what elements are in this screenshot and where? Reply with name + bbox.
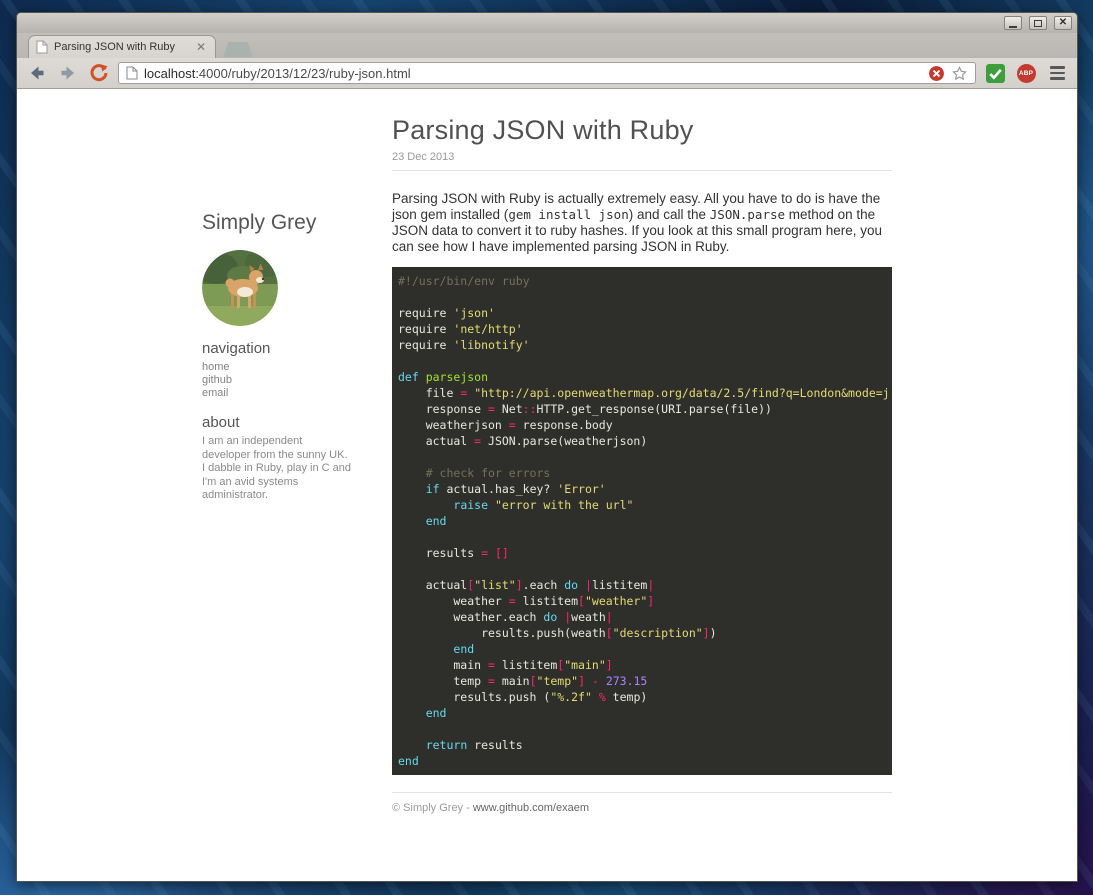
code-line: #!/usr/bin/env ruby: [398, 274, 530, 288]
minimize-button[interactable]: [1004, 16, 1022, 30]
divider: [392, 792, 892, 793]
code-line: results = []: [398, 546, 509, 560]
post-article: Parsing JSON with Ruby 23 Dec 2013 Parsi…: [392, 89, 892, 814]
site-title[interactable]: Simply Grey: [202, 211, 352, 235]
code-line: temp = main["temp"] - 273.15: [398, 674, 648, 688]
new-tab-button[interactable]: [223, 42, 253, 57]
code-line: results.push(weath["description"]): [398, 626, 717, 640]
post-date: 23 Dec 2013: [392, 151, 455, 163]
page-icon: [126, 66, 138, 80]
page-content: Simply Grey navigation home github email…: [17, 89, 1077, 881]
browser-window: ✕ Parsing JSON with Ruby ✕ localhost:400…: [16, 12, 1078, 882]
code-line: end: [425, 706, 447, 720]
url-domain: localhost: [144, 65, 196, 81]
reload-button[interactable]: [87, 61, 111, 85]
code-line: require 'libnotify': [398, 338, 530, 352]
sidebar-item-email[interactable]: email: [202, 387, 352, 400]
abp-icon: ABP: [1016, 63, 1036, 83]
back-button[interactable]: [25, 61, 49, 85]
back-arrow-icon: [31, 66, 44, 80]
content-wrapper: Simply Grey navigation home github email…: [202, 89, 892, 814]
minimize-icon: [1009, 25, 1017, 28]
code-line: def parsejson: [398, 370, 489, 384]
code-line: weather = listitem["weather"]: [398, 594, 655, 608]
window-titlebar[interactable]: ✕: [17, 13, 1077, 33]
copyright-text: © Simply Grey -: [392, 802, 473, 814]
code-line: raise "error with the url": [453, 498, 634, 512]
url-text: localhost:4000/ruby/2013/12/23/ruby-json…: [144, 66, 922, 81]
code-line: main = listitem["main"]: [398, 658, 613, 672]
sidebar: Simply Grey navigation home github email…: [202, 89, 352, 814]
tab-title: Parsing JSON with Ruby: [54, 41, 176, 53]
url-path: :4000/ruby/2013/12/23/ruby-json.html: [195, 65, 411, 81]
code-line: response = Net::HTTP.get_response(URI.pa…: [398, 402, 772, 416]
page-footer: © Simply Grey - www.github.com/exaem: [392, 802, 892, 814]
code-line: end: [398, 754, 419, 768]
page-favicon-icon: [36, 40, 48, 54]
browser-toolbar: localhost:4000/ruby/2013/12/23/ruby-json…: [17, 58, 1077, 89]
code-line: weather.each do |weath|: [398, 610, 613, 624]
profile-photo: [202, 250, 278, 326]
about-heading: about: [202, 414, 240, 431]
code-line: end: [425, 514, 447, 528]
github-footer-link[interactable]: www.github.com/exaem: [473, 802, 589, 814]
browser-menu-button[interactable]: [1045, 61, 1069, 85]
post-intro: Parsing JSON with Ruby is actually extre…: [392, 191, 892, 255]
tab-close-icon[interactable]: ✕: [194, 41, 208, 53]
tab-parsing-json[interactable]: Parsing JSON with Ruby ✕: [28, 35, 216, 58]
post-title: Parsing JSON with Ruby: [392, 115, 694, 145]
reload-icon: [90, 64, 108, 82]
code-line: weatherjson = response.body: [398, 418, 613, 432]
intro-text: ) and call the: [628, 207, 710, 222]
code-line: end: [453, 642, 475, 656]
sidebar-nav: home github email: [202, 361, 352, 400]
close-button[interactable]: ✕: [1054, 16, 1072, 30]
extension-check-button[interactable]: [983, 61, 1007, 85]
green-check-icon: [985, 63, 1005, 83]
code-line: require 'json': [398, 306, 495, 320]
sidebar-item-home[interactable]: home: [202, 361, 352, 374]
divider: [392, 170, 892, 171]
blocked-content-icon[interactable]: [928, 65, 945, 82]
forward-button[interactable]: [56, 61, 80, 85]
bookmark-star-icon[interactable]: [951, 65, 968, 82]
code-line: if actual.has_key? 'Error': [425, 482, 606, 496]
inline-code-gem-install: gem install json: [508, 207, 629, 222]
dog-photo-image: [202, 250, 278, 326]
hamburger-menu-icon: [1045, 66, 1069, 80]
code-block: #!/usr/bin/env ruby require 'json' requir…: [392, 267, 892, 775]
navigation-heading: navigation: [202, 340, 271, 357]
code-line: # check for errors: [425, 466, 551, 480]
close-icon: ✕: [1058, 17, 1068, 28]
code-line: actual["list"].each do |listitem|: [398, 578, 655, 592]
address-bar[interactable]: localhost:4000/ruby/2013/12/23/ruby-json…: [118, 62, 976, 84]
inline-code-json-parse: JSON.parse: [709, 207, 786, 222]
code-line: require 'net/http': [398, 322, 523, 336]
adblock-plus-button[interactable]: ABP: [1014, 61, 1038, 85]
forward-arrow-icon: [61, 66, 74, 80]
sidebar-item-github[interactable]: github: [202, 374, 352, 387]
code-line: file = "http://api.openweathermap.org/da…: [398, 386, 890, 400]
tab-strip: Parsing JSON with Ruby ✕: [17, 33, 1077, 58]
code-line: return results: [425, 738, 523, 752]
about-text: I am an independent developer from the s…: [202, 435, 351, 501]
window-controls: ✕: [1004, 16, 1072, 30]
maximize-icon: [1034, 19, 1042, 27]
code-line: actual = JSON.parse(weatherjson): [398, 434, 648, 448]
maximize-button[interactable]: [1029, 16, 1047, 30]
code-line: results.push ("%.2f" % temp): [398, 690, 648, 704]
